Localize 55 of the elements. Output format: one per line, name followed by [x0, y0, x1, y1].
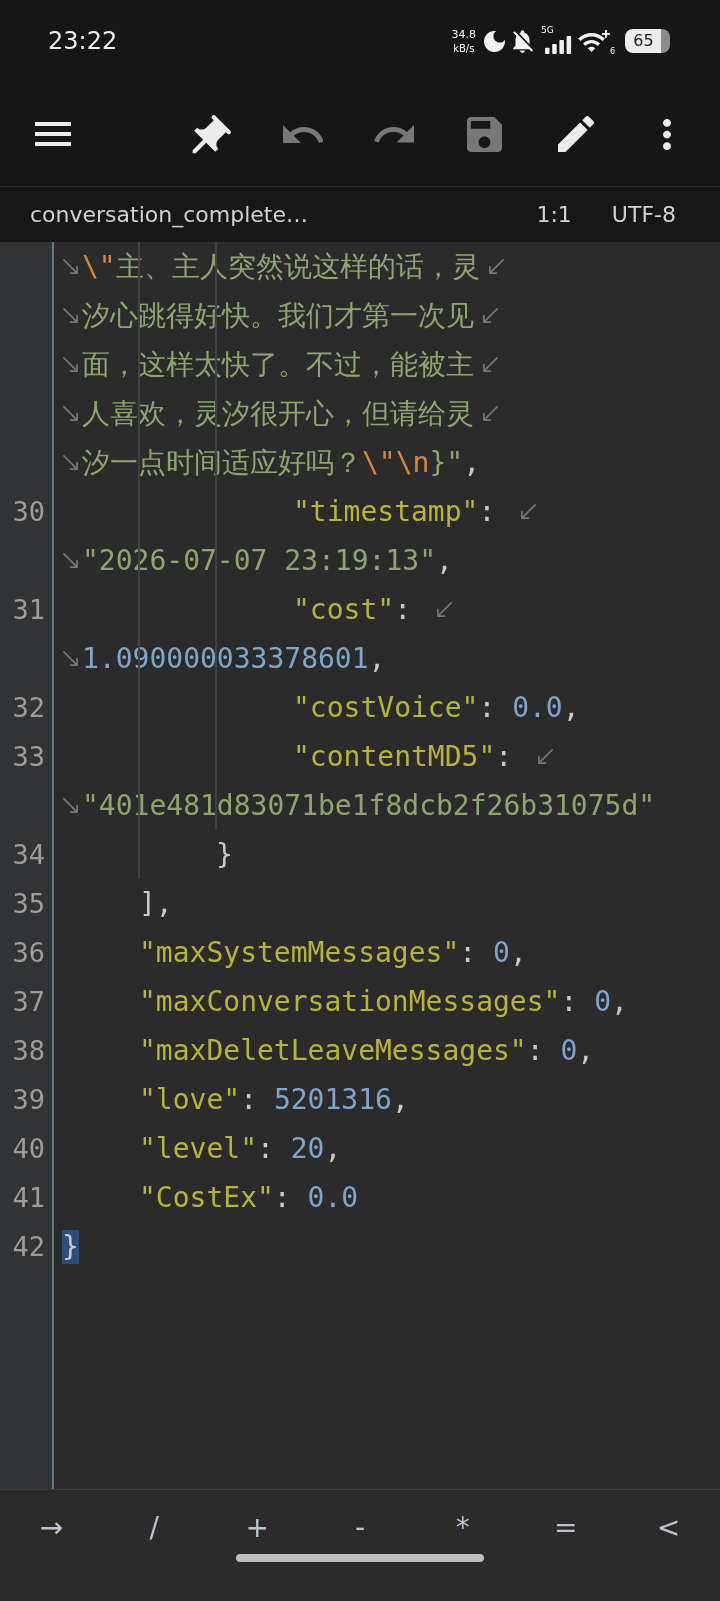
pushpin-icon — [191, 114, 232, 154]
more-options-icon — [662, 118, 671, 150]
line-number: 36 — [12, 939, 45, 966]
line-number: 31 — [12, 596, 45, 623]
code-line: "CostEx": 0.0 — [139, 1183, 359, 1212]
code-line: 汐一点时间适应好吗？\"\n}", — [82, 448, 480, 477]
battery-indicator: 65 — [625, 29, 670, 53]
symbol-key[interactable]: + — [243, 1514, 271, 1542]
line-number: 34 — [12, 841, 45, 868]
symbol-key[interactable]: < — [654, 1514, 683, 1542]
line-number: 39 — [12, 1086, 45, 1113]
code-line: "timestamp": — [293, 497, 497, 526]
encoding-label: UTF-8 — [611, 203, 676, 226]
code-line: ], — [139, 889, 173, 918]
line-number: 30 — [12, 498, 45, 525]
symbol-key[interactable]: → — [37, 1514, 66, 1542]
line-number: 35 — [12, 890, 45, 917]
pencil-icon — [557, 116, 594, 152]
cursor-position: 1:1 — [536, 203, 572, 226]
line-number: 41 — [12, 1184, 45, 1211]
file-name-label[interactable]: conversation_complete… — [30, 203, 308, 226]
network-speed-unit: kB/s — [453, 43, 475, 54]
code-line: "level": 20, — [139, 1134, 342, 1163]
network-type-label: 5G — [541, 25, 554, 35]
code-line: "maxDeletLeaveMessages": 0, — [139, 1036, 595, 1065]
code-line: "401e481d83071be1f8dcb2f26b31075d" — [82, 791, 656, 820]
line-number: 42 — [12, 1233, 45, 1260]
undo-arrow-icon — [282, 124, 323, 144]
code-line: "maxSystemMessages": 0, — [139, 938, 527, 967]
moon-icon — [484, 30, 505, 52]
code-line: 1.090000033378601, — [82, 644, 386, 673]
symbol-key[interactable]: - — [352, 1514, 368, 1542]
line-number: 32 — [12, 694, 45, 721]
redo-arrow-icon — [373, 125, 414, 143]
code-line: "maxConversationMessages": 0, — [139, 987, 628, 1016]
signal-bars-icon — [545, 35, 572, 54]
symbol-key[interactable]: * — [453, 1514, 472, 1542]
wifi-generation-label: 6 — [609, 47, 615, 56]
line-number: 37 — [12, 988, 45, 1015]
code-line: "costVoice": 0.0, — [293, 693, 580, 722]
clock-time: 23:22 — [48, 29, 118, 53]
line-number: 33 — [12, 743, 45, 770]
code-line: "contentMD5": — [293, 742, 514, 771]
code-line: "love": 5201316, — [139, 1085, 409, 1114]
wifi-icon — [578, 29, 610, 52]
muted-bell-icon — [512, 29, 533, 53]
code-line: "cost": — [293, 595, 412, 624]
network-speed-value: 34.8 — [451, 28, 476, 40]
code-line: "2026-07-07 23:19:13", — [82, 546, 453, 575]
line-number: 38 — [12, 1037, 45, 1064]
symbol-key[interactable]: / — [147, 1514, 161, 1542]
code-line: } — [216, 840, 233, 869]
menu-icon — [35, 122, 71, 146]
symbol-key[interactable]: = — [552, 1514, 580, 1542]
line-number: 40 — [12, 1135, 45, 1162]
